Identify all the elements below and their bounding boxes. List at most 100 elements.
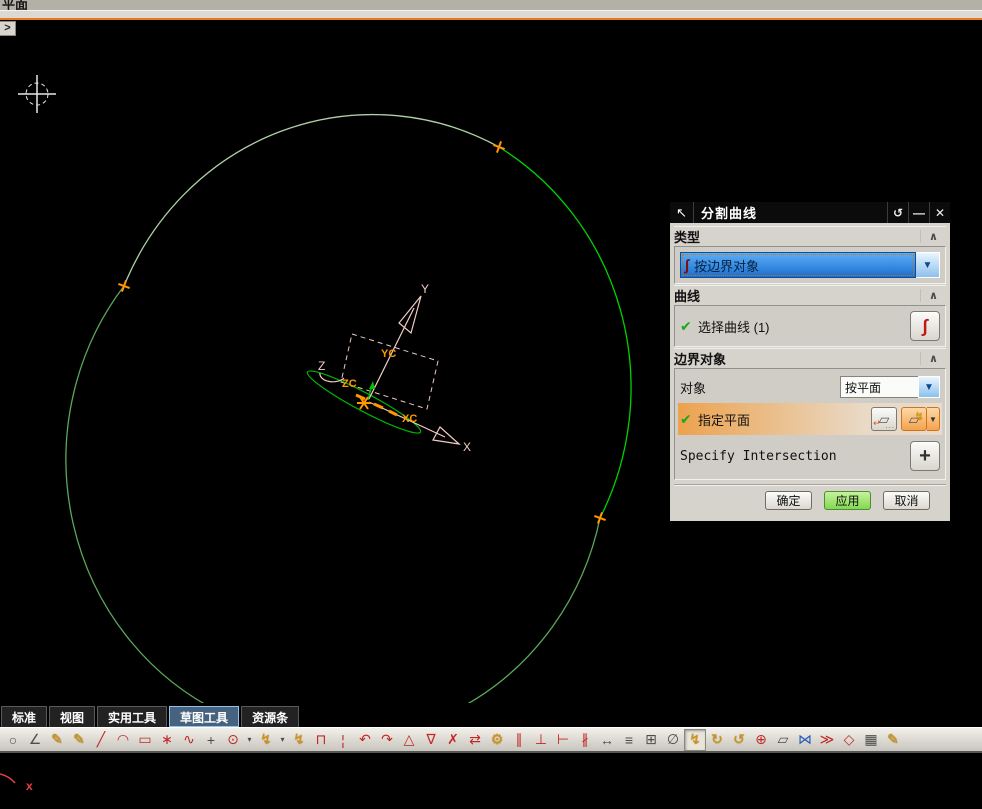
boundary-section-header: 边界对象 ∧ [674,348,946,368]
sketch-group-icon[interactable]: ⊞ [640,729,662,751]
dialog-close-icon[interactable]: ✕ [929,202,950,223]
quick-trim-icon[interactable]: ↯ [255,729,277,751]
studio-spline-constrained-icon[interactable]: ✎ [68,729,90,751]
auto-constrain-icon[interactable]: ∇ [420,729,442,751]
alternate-solution-icon[interactable]: ⚙ [486,729,508,751]
type-combo-arrow-icon[interactable]: ▼ [916,252,940,278]
x-axis-label: X [463,440,471,454]
dialog-title: 分割曲线 [701,206,758,221]
auto-dimension-icon[interactable]: ∦ [574,729,596,751]
circle-arc-mid[interactable] [65,285,601,741]
object-combo[interactable]: 按平面 ▼ [840,376,940,398]
geometric-constraints-icon[interactable]: △ [398,729,420,751]
select-curve-button[interactable]: ∫ [910,311,940,341]
create-inferred-constraints-icon[interactable]: ⊥ [530,729,552,751]
object-combo-value: 按平面 [840,376,918,398]
type-section-header: 类型 ∧ [674,226,946,246]
auto-plane-button[interactable]: ▱ ↯ [901,407,927,431]
curve-check-icon: ✔ [680,317,692,334]
update-model-icon[interactable]: ↺ [728,729,750,751]
studio-spline-icon[interactable]: ✎ [46,729,68,751]
divide-curve-icon[interactable]: ↯ [684,728,706,751]
tab-standard[interactable]: 标准 [1,706,48,727]
circle-tool-icon[interactable]: ○ [2,729,24,751]
type-combo[interactable]: ∫ 按边界对象 [680,252,916,278]
inferred-constraints-icon[interactable]: ∥ [508,729,530,751]
make-corner-icon[interactable]: ⊓ [310,729,332,751]
tab-view[interactable]: 视图 [49,706,96,727]
show-remove-constraints-icon[interactable]: ✗ [442,729,464,751]
dialog-separator [674,484,946,486]
quick-trim-dropdown-icon[interactable]: ▾ [277,729,288,751]
ellipse-dropdown-icon[interactable]: ▾ [244,729,255,751]
lightning-icon: ↯ [914,411,924,423]
rectangle-tool-icon[interactable]: ▭ [134,729,156,751]
divide-curve-dialog: ↖ 分割曲线 ↺ — ✕ 类型 ∧ ∫ 按边界对象 ▼ 曲线 ∧ ✔ 选择曲线 … [668,200,952,523]
show-vertices-icon[interactable]: ¦ [332,729,354,751]
z-axis-label: Z [318,359,325,373]
show-degrees-freedom-icon[interactable]: ∅ [662,729,684,751]
boundary-group: 对象 按平面 ▼ ✔ 指定平面 ▱ ↵ ... ▱ ↯ ▼ Specify In… [674,368,946,480]
ok-button[interactable]: 确定 [765,491,812,510]
boundary-collapse-button[interactable]: ∧ [920,352,946,365]
polygon-point-icon[interactable]: ∗ [156,729,178,751]
boundary-section-label: 边界对象 [674,352,727,367]
type-combo-value: 按边界对象 [694,258,760,274]
line-tool-icon[interactable]: ╱ [90,729,112,751]
type-collapse-button[interactable]: ∧ [920,230,946,243]
intersect-curve-icon[interactable]: ⋈ [794,729,816,751]
offset-curve-icon[interactable]: ◇ [838,729,860,751]
specify-intersection-label: Specify Intersection [680,448,837,464]
apply-button[interactable]: 应用 [824,491,871,510]
yc-axis-label: YC [381,348,396,360]
plane-dialog-dots: ... [885,421,895,430]
specify-intersection-button[interactable]: + [910,441,940,471]
top-clipped-label: 平面 [2,0,29,10]
show-all-constraints-icon[interactable]: ≡ [618,729,640,751]
arc-tool-icon[interactable]: ◠ [112,729,134,751]
dimensions-icon[interactable]: ↔ [596,729,618,751]
add-existing-curve-icon[interactable]: ⊕ [750,729,772,751]
tab-resource-bar[interactable]: 资源条 [241,706,300,727]
split-point-marker [493,141,505,153]
tab-sketch-tools[interactable]: 草图工具 [169,706,240,727]
select-curve-label[interactable]: 选择曲线 (1) [698,317,910,336]
spline-tool-icon[interactable]: ∿ [178,729,200,751]
sketch-toolbar: ○ ∠ ✎ ✎ ╱ ◠ ▭ ∗ ∿ + ⊙ ▾ ↯ ▾ ↯ ⊓ ¦ ↶ ↷ △ ∇ ✗ ⇄ ⚙ ∥ ⊥ ⊢ ∦ ↔ ≡ ⊞ ∅ ↯ ↻ ↺ ⊕ ▱ ⋈ ≫ ◇… [0,727,982,753]
specify-plane-row[interactable]: ✔ 指定平面 ▱ ↵ ... ▱ ↯ ▼ [678,403,942,435]
specify-plane-label: 指定平面 [698,412,751,428]
type-group: ∫ 按边界对象 ▼ [674,246,946,284]
dialog-reset-icon[interactable]: ↺ [887,202,908,223]
object-combo-arrow-icon[interactable]: ▼ [918,376,940,398]
status-red-marker: x [0,773,33,793]
tab-utility-tools[interactable]: 实用工具 [97,706,168,727]
curve-collapse-button[interactable]: ∧ [920,289,946,302]
pattern-curve-icon[interactable]: ▦ [860,729,882,751]
fillet-icon[interactable]: ↶ [354,729,376,751]
zc-axis-label: ZC [342,378,357,390]
continuous-auto-dimension-icon[interactable]: ⊢ [552,729,574,751]
dialog-titlebar[interactable]: ↖ 分割曲线 ↺ — ✕ [670,202,950,223]
point-tool-icon[interactable]: + [200,729,222,751]
cancel-button[interactable]: 取消 [883,491,930,510]
top-toolbar-strip [0,10,982,18]
edit-curve-icon[interactable]: ✎ [882,729,904,751]
dialog-minimize-icon[interactable]: — [908,202,929,223]
convert-reference-icon[interactable]: ⇄ [464,729,486,751]
quick-extend-icon[interactable]: ↯ [288,729,310,751]
split-point-marker [594,512,606,524]
profile-tool-icon[interactable]: ∠ [24,729,46,751]
auto-plane-caret-icon[interactable]: ▼ [927,407,940,431]
project-curve-icon[interactable]: ▱ [772,729,794,751]
datum-plane-dashed[interactable] [340,333,439,410]
toolbar-expand-button[interactable]: > [0,21,16,36]
circle-arc-bright[interactable] [498,146,632,519]
crosshair-cursor-icon [18,75,56,113]
ellipse-tool-icon[interactable]: ⊙ [222,729,244,751]
edit-defining-section-icon[interactable]: ↻ [706,729,728,751]
derived-line-icon[interactable]: ≫ [816,729,838,751]
circle-arc-pale[interactable] [123,113,500,287]
curve-type-icon: ∫ [685,256,690,274]
plane-dialog-button[interactable]: ▱ ↵ ... [871,407,897,431]
chamfer-icon[interactable]: ↷ [376,729,398,751]
